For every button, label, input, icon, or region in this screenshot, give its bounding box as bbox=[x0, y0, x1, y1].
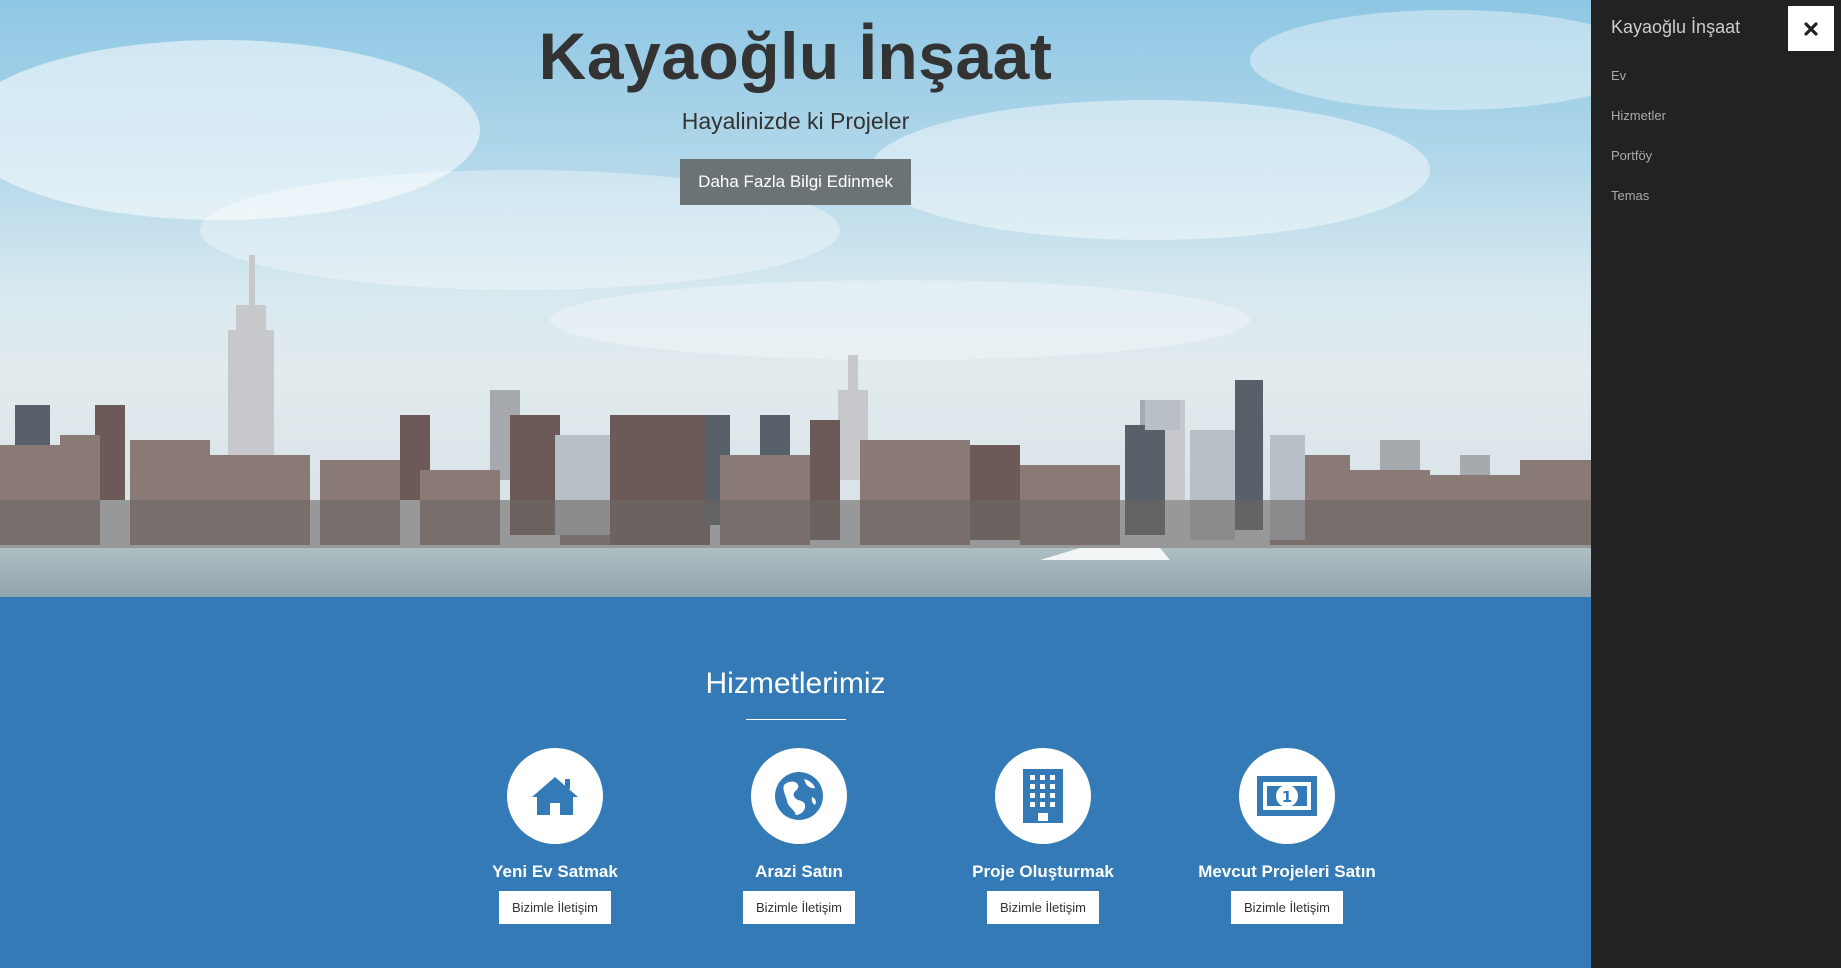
services-divider bbox=[745, 719, 846, 720]
building-icon bbox=[1023, 769, 1063, 823]
sidebar-item-hizmetler[interactable]: Hizmetler bbox=[1611, 106, 1666, 146]
service-title: Mevcut Projeleri Satın bbox=[1198, 862, 1376, 881]
close-sidebar-button[interactable] bbox=[1788, 6, 1834, 51]
service-item: 1 Mevcut Projeleri Satın Bizimle İletişi… bbox=[1177, 748, 1397, 924]
sidebar-menu: Kayaoğlu İnşaat Ev Hizmetler Portföy Tem… bbox=[1591, 0, 1841, 968]
contact-button[interactable]: Bizimle İletişim bbox=[987, 891, 1099, 924]
service-title: Arazi Satın bbox=[755, 862, 843, 881]
service-icon-circle bbox=[751, 748, 847, 844]
hero-section: Kayaoğlu İnşaat Hayalinizde ki Projeler … bbox=[0, 0, 1591, 597]
contact-button[interactable]: Bizimle İletişim bbox=[743, 891, 855, 924]
globe-icon bbox=[775, 772, 823, 820]
service-title: Yeni Ev Satmak bbox=[492, 862, 618, 881]
sidebar-item-temas[interactable]: Temas bbox=[1611, 186, 1666, 226]
close-icon bbox=[1804, 21, 1818, 36]
service-icon-circle: 1 bbox=[1239, 748, 1335, 844]
contact-button[interactable]: Bizimle İletişim bbox=[1231, 891, 1343, 924]
sidebar-nav: Ev Hizmetler Portföy Temas bbox=[1611, 66, 1666, 226]
home-icon bbox=[532, 777, 578, 815]
service-title: Proje Oluşturmak bbox=[972, 862, 1114, 881]
contact-button[interactable]: Bizimle İletişim bbox=[499, 891, 611, 924]
services-section: Hizmetlerimiz Yeni Ev Satmak Bizimle İle… bbox=[0, 597, 1591, 968]
hero-subtitle: Hayalinizde ki Projeler bbox=[681, 108, 910, 134]
sidebar-item-ev[interactable]: Ev bbox=[1611, 66, 1666, 106]
service-item: Proje Oluşturmak Bizimle İletişim bbox=[933, 748, 1153, 924]
sidebar-item-portfoy[interactable]: Portföy bbox=[1611, 146, 1666, 186]
money-icon: 1 bbox=[1257, 776, 1317, 816]
services-title: Hizmetlerimiz bbox=[705, 667, 886, 700]
learn-more-button[interactable]: Daha Fazla Bilgi Edinmek bbox=[680, 159, 911, 205]
service-icon-circle bbox=[507, 748, 603, 844]
service-item: Arazi Satın Bizimle İletişim bbox=[689, 748, 909, 924]
site-title: Kayaoğlu İnşaat bbox=[538, 19, 1053, 93]
service-icon-circle bbox=[995, 748, 1091, 844]
service-item: Yeni Ev Satmak Bizimle İletişim bbox=[445, 748, 665, 924]
sidebar-brand[interactable]: Kayaoğlu İnşaat bbox=[1611, 17, 1740, 38]
svg-text:1: 1 bbox=[1282, 788, 1292, 806]
